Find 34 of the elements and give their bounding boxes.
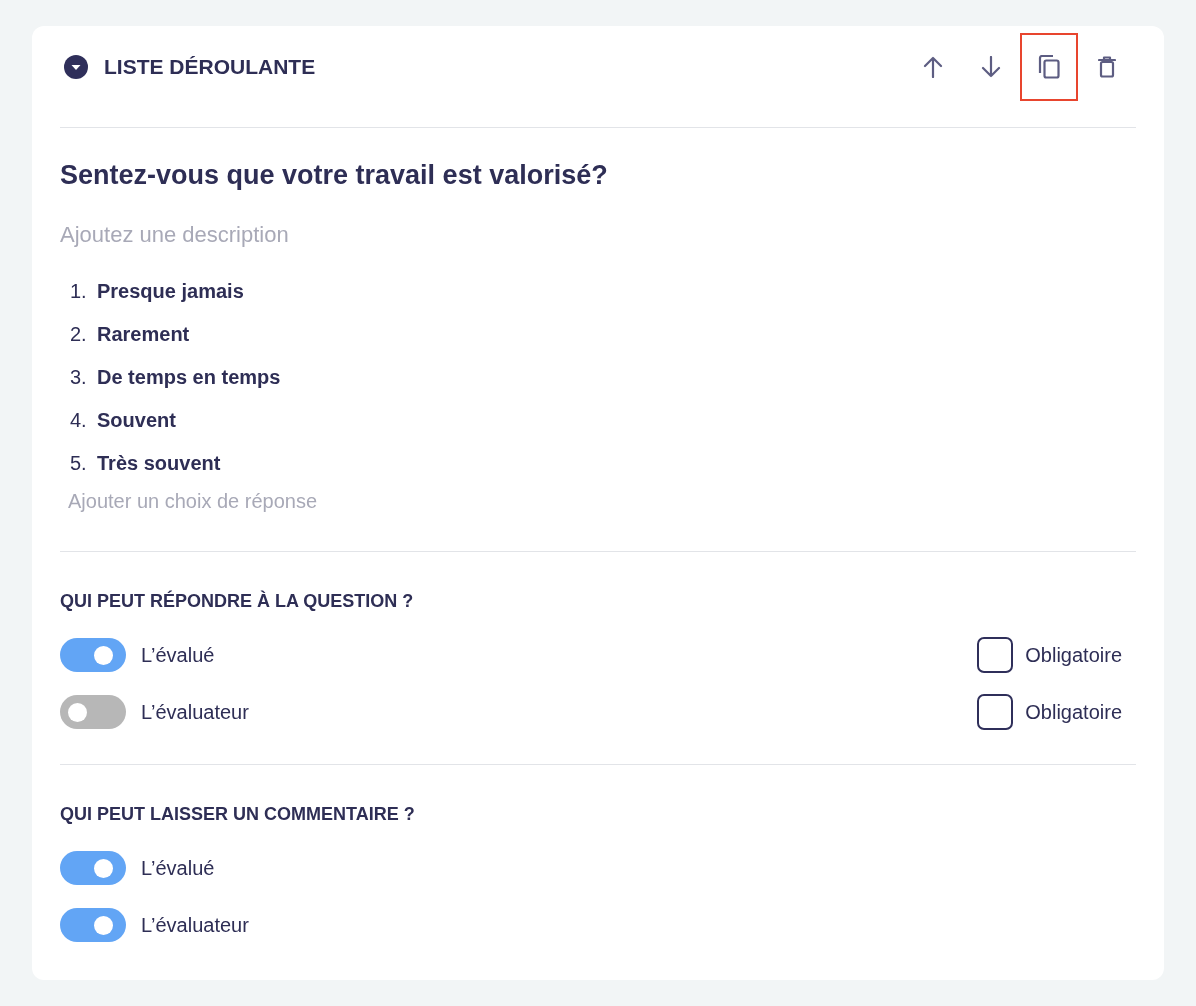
question-type-title: LISTE DÉROULANTE <box>104 54 316 81</box>
toggle-label: L’évaluateur <box>141 913 249 938</box>
new-choice-field[interactable]: Ajouter un choix de réponse <box>68 484 668 518</box>
toggle-label: L’évaluateur <box>141 700 249 725</box>
choice-label: Très souvent <box>97 450 221 476</box>
choice-label: Souvent <box>97 407 176 433</box>
choice-number: 3. <box>70 364 88 390</box>
section-heading: QUI PEUT LAISSER UN COMMENTAIRE ? <box>60 803 416 826</box>
checkbox[interactable] <box>977 637 1014 673</box>
description-field[interactable]: Ajoutez une description <box>60 218 660 252</box>
choice-label: Presque jamais <box>97 278 244 304</box>
checkbox-label: Obligatoire <box>1025 700 1122 725</box>
choice-label: De temps en temps <box>97 364 281 390</box>
trash-icon <box>1098 56 1116 78</box>
choice-label: Rarement <box>97 321 190 347</box>
choice-number: 4. <box>70 407 88 433</box>
checkbox[interactable] <box>977 694 1014 730</box>
toggle-switch[interactable] <box>60 638 126 672</box>
choice-number: 5. <box>70 450 88 476</box>
arrow-up-icon <box>923 56 943 78</box>
choice-number: 2. <box>70 321 88 347</box>
toggle-label: L’évalué <box>141 643 215 668</box>
collapse-caret-icon[interactable] <box>64 55 88 79</box>
question-title: Sentez-vous que votre travail est valorisé? <box>60 159 609 192</box>
toggle-switch[interactable] <box>60 908 126 942</box>
toggle-switch[interactable] <box>60 695 126 729</box>
toggle-label: L’évalué <box>141 856 215 881</box>
choice-number: 1. <box>70 278 88 304</box>
arrow-down-icon <box>981 56 1001 78</box>
copy-icon <box>1038 55 1060 79</box>
duplicate-button[interactable] <box>1020 33 1078 101</box>
section-heading: QUI PEUT RÉPONDRE À LA QUESTION ? <box>60 589 415 613</box>
checkbox-label: Obligatoire <box>1025 643 1122 668</box>
toggle-switch[interactable] <box>60 851 126 885</box>
